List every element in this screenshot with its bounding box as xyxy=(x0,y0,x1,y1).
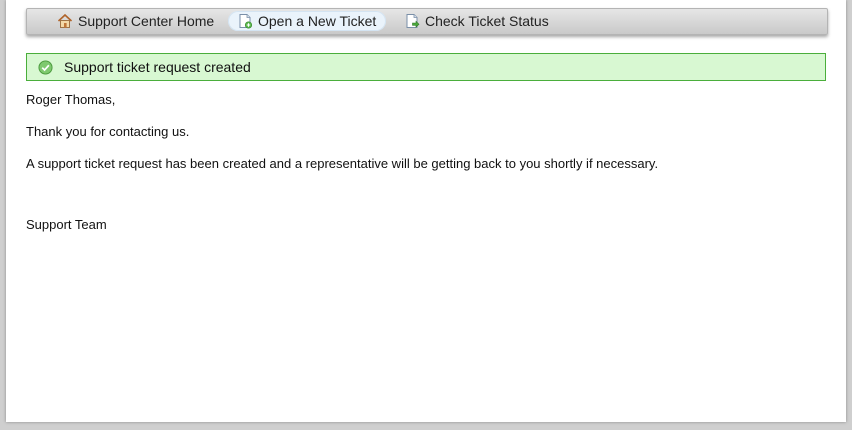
nav-label: Open a New Ticket xyxy=(258,13,377,29)
signature-text: Support Team xyxy=(26,217,107,232)
nav-support-center-home[interactable]: Support Center Home xyxy=(57,11,214,31)
nav-label: Support Center Home xyxy=(78,13,215,29)
ticket-status-icon xyxy=(406,14,420,28)
nav-label: Check Ticket Status xyxy=(425,13,549,29)
nav-check-ticket-status[interactable]: Check Ticket Status xyxy=(404,11,549,31)
success-alert: Support ticket request created xyxy=(26,53,826,81)
home-icon xyxy=(57,13,73,28)
nav-open-new-ticket[interactable]: Open a New Ticket xyxy=(228,11,387,31)
thanks-text: Thank you for contacting us. xyxy=(26,124,190,139)
greeting-text: Roger Thomas, xyxy=(26,92,116,107)
top-nav-bar: Support Center Home Open a New Ticket Ch… xyxy=(26,8,828,35)
new-ticket-icon xyxy=(239,14,253,29)
check-circle-icon xyxy=(38,59,53,75)
confirmation-text: A support ticket request has been create… xyxy=(26,156,659,171)
alert-message: Support ticket request created xyxy=(64,59,251,75)
page: Support Center Home Open a New Ticket Ch… xyxy=(6,0,846,422)
